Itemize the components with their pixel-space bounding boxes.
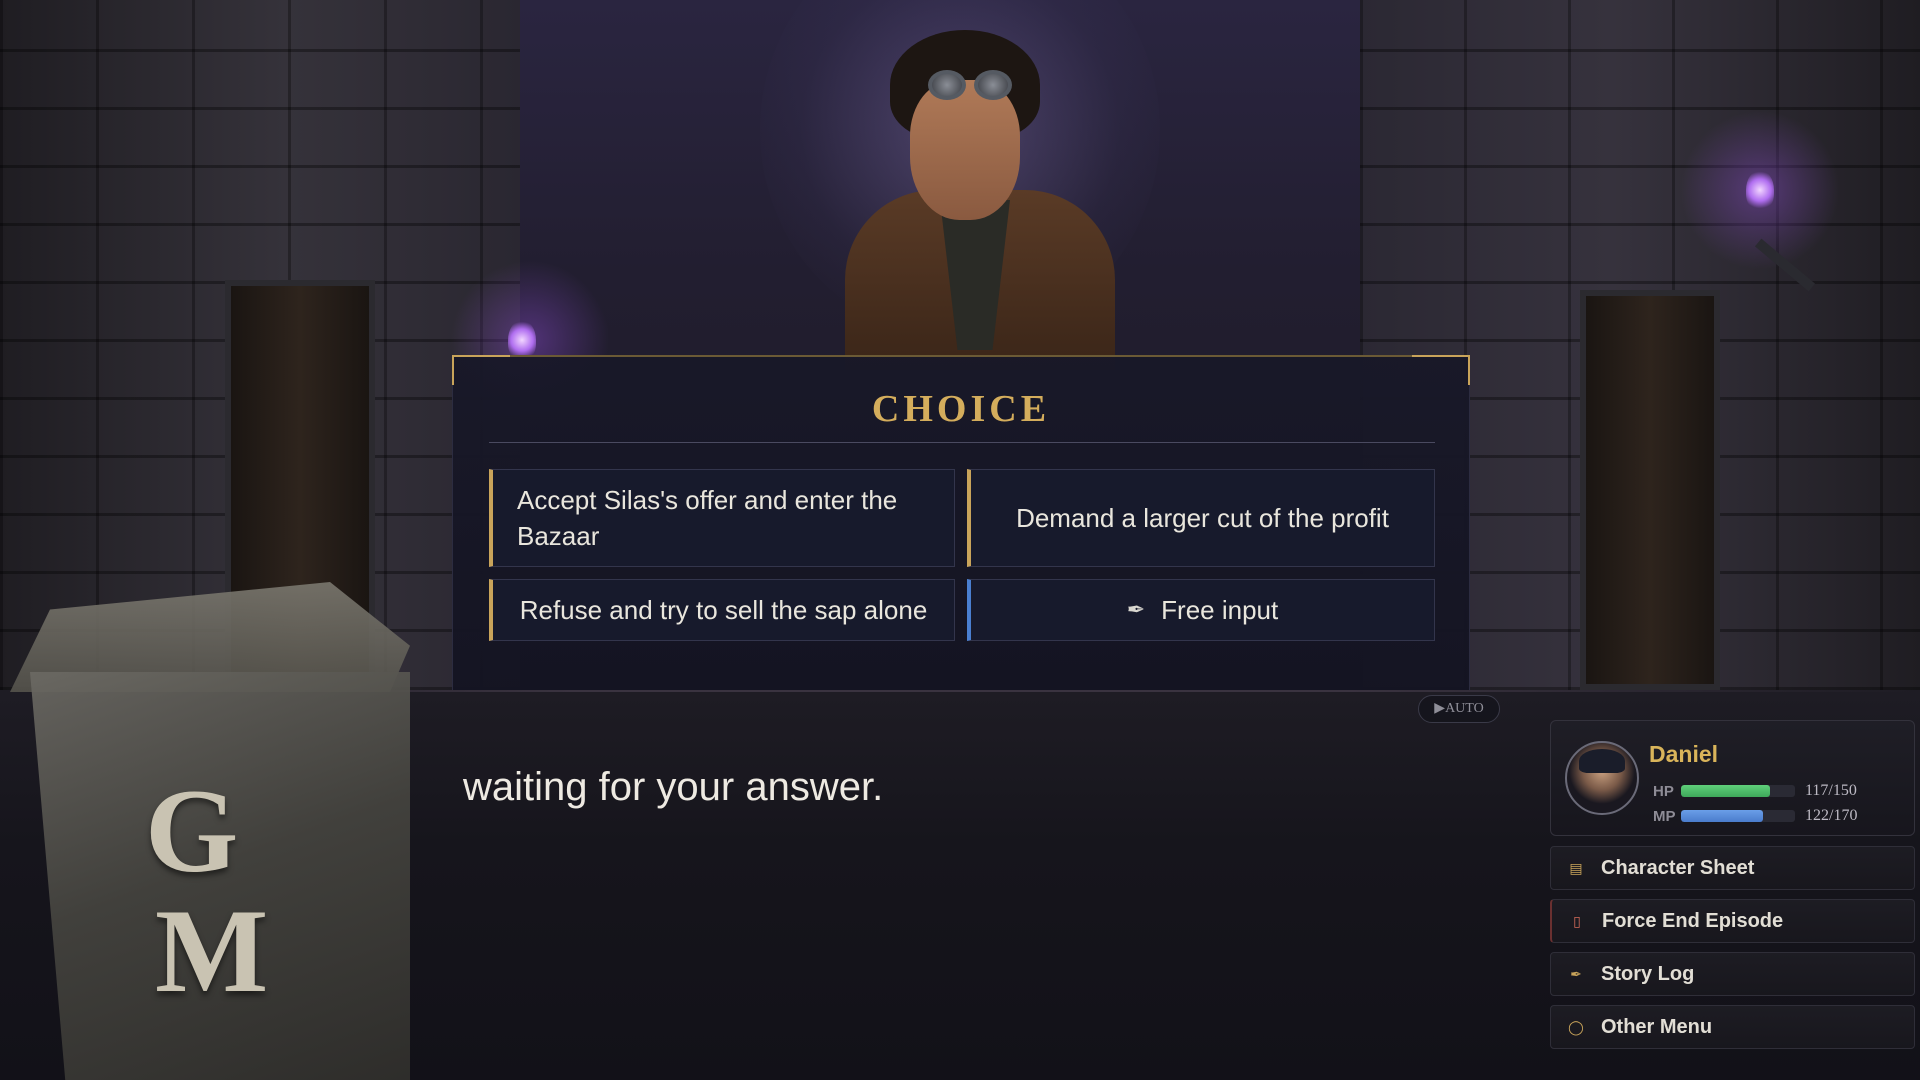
force-end-episode-button[interactable]: ▯ Force End Episode [1550, 899, 1915, 943]
hp-bar [1681, 785, 1795, 797]
avatar [1565, 741, 1639, 815]
gm-letter-m: M [155, 884, 269, 1017]
gm-letter-g: G [145, 764, 239, 897]
hp-row: HP 117/150 [1653, 781, 1857, 801]
force-end-icon: ▯ [1573, 912, 1581, 929]
mp-bar-fill [1681, 810, 1764, 822]
story-log-button[interactable]: ✒ Story Log [1550, 952, 1915, 996]
quill-icon: ✒ [1126, 597, 1146, 622]
hp-bar-fill [1681, 785, 1770, 797]
mp-bar [1681, 810, 1795, 822]
choice-option-label: Accept Silas's offer and enter the Bazaa… [517, 485, 898, 551]
torch-flame-right [1746, 170, 1774, 210]
hp-label: HP [1653, 782, 1674, 800]
mp-value: 122/170 [1805, 807, 1858, 824]
mp-label: MP [1653, 807, 1676, 825]
shield-icon: ◯ [1568, 1018, 1584, 1035]
menu-label: Character Sheet [1601, 856, 1755, 879]
choice-option-accept[interactable]: Accept Silas's offer and enter the Bazaa… [489, 469, 955, 567]
torch-flame-left [508, 320, 536, 360]
choice-option-label: Demand a larger cut of the profit [1016, 503, 1389, 533]
menu-label: Other Menu [1601, 1015, 1713, 1038]
menu-label: Force End Episode [1602, 909, 1784, 932]
menu-label: Story Log [1601, 962, 1695, 985]
choice-divider [489, 442, 1435, 443]
character-name: Daniel [1649, 741, 1719, 767]
quill-icon: ✒ [1570, 965, 1582, 982]
character-portrait-silas [830, 20, 1130, 370]
character-status-card[interactable]: Daniel HP 117/150 MP 122/170 [1550, 720, 1915, 836]
choice-option-free-input[interactable]: ✒ Free input [967, 579, 1435, 641]
gm-stone-tablet: G M [0, 582, 450, 1080]
mp-row: MP 122/170 [1653, 806, 1857, 826]
choice-option-label: Refuse and try to sell the sap alone [519, 595, 928, 625]
dialogue-text: waiting for your answer. [463, 765, 884, 809]
choice-option-demand[interactable]: Demand a larger cut of the profit [967, 469, 1435, 567]
avatar-hair [1579, 749, 1625, 773]
choice-panel: CHOICE Accept Silas's offer and enter th… [452, 355, 1470, 690]
hp-value: 117/150 [1805, 782, 1857, 799]
choice-option-label: Free input [1161, 595, 1279, 625]
goggles-icon [920, 70, 1020, 104]
auto-play-button[interactable]: ▶AUTO [1418, 695, 1500, 723]
character-sheet-icon: ▤ [1569, 859, 1583, 876]
character-sheet-button[interactable]: ▤ Character Sheet [1550, 846, 1915, 890]
choice-title: CHOICE [871, 388, 1051, 430]
choice-option-refuse[interactable]: Refuse and try to sell the sap alone [489, 579, 955, 641]
wooden-door-right [1580, 290, 1720, 690]
other-menu-button[interactable]: ◯ Other Menu [1550, 1005, 1915, 1049]
